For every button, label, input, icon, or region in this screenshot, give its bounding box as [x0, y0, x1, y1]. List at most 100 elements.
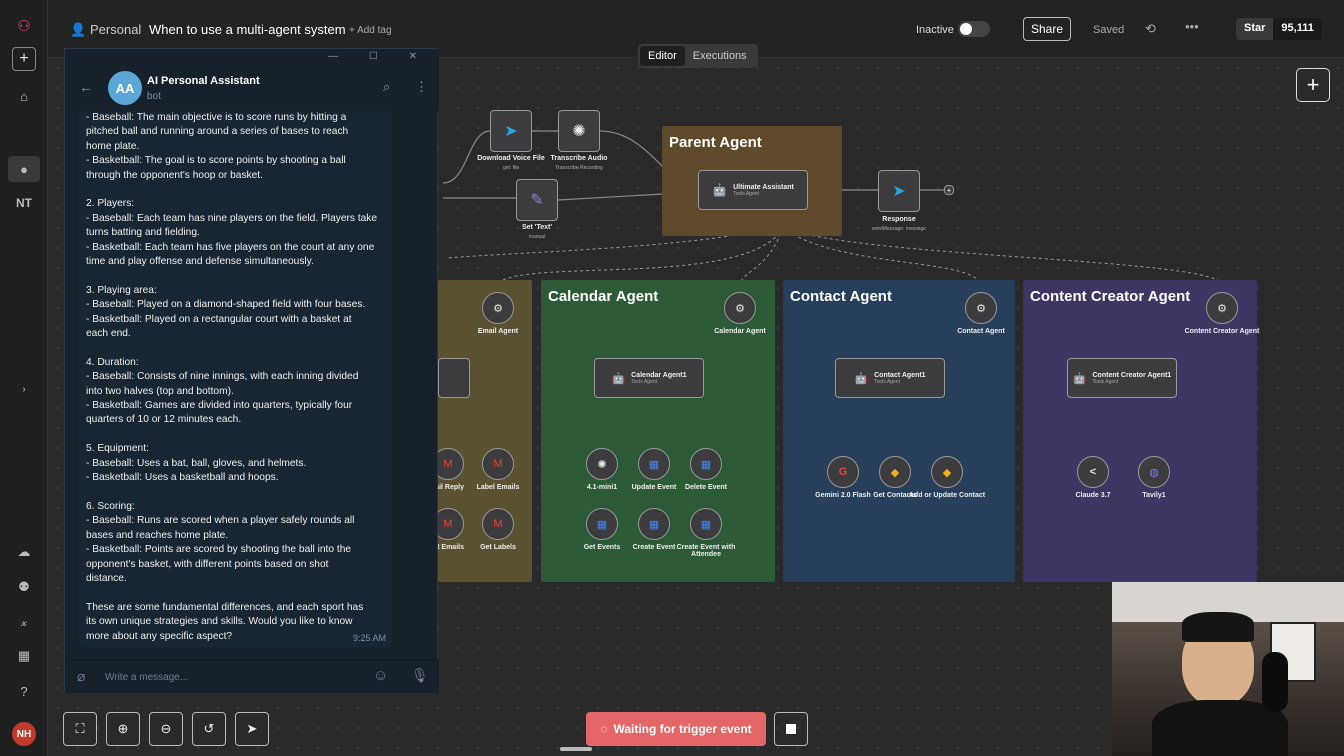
node-label: Tavily1 [1142, 492, 1166, 499]
anthropic-icon[interactable]: < [1077, 456, 1109, 488]
contact-agent-tool[interactable]: ⚙ [965, 292, 997, 324]
fit-view-button[interactable]: ⛶ [63, 712, 97, 746]
message-line: quarters of 10 or 12 minutes each. [86, 414, 242, 426]
more-icon[interactable]: ••• [1185, 19, 1199, 34]
attach-icon[interactable]: ⌀ [77, 668, 85, 685]
transcribe-audio-node[interactable]: ✺ [558, 110, 600, 152]
resize-handle[interactable] [560, 747, 592, 751]
star-count: 95,111 [1273, 18, 1322, 40]
cloud-icon[interactable]: ☁ [12, 540, 36, 564]
stop-button[interactable] [774, 712, 808, 746]
microphone-icon[interactable]: 🎙 [411, 667, 429, 684]
globe-icon[interactable]: ◍ [1138, 456, 1170, 488]
gmail-icon[interactable]: M [482, 508, 514, 540]
message-line: its own unique strategies and skills. Wo… [86, 616, 353, 628]
message-line: 5. Equipment: [86, 443, 149, 455]
set-text-node[interactable]: ✎ [516, 179, 558, 221]
robot-icon: ⚙ [493, 302, 503, 315]
chart-icon[interactable]: ▦ [12, 644, 36, 668]
message-time: 9:25 AM [352, 633, 386, 643]
node-label: Content Creator Agent [1184, 328, 1260, 335]
home-icon[interactable]: ⌂ [12, 84, 36, 108]
share-button[interactable]: Share [1023, 17, 1071, 41]
message-line: time and play offense and defense simult… [86, 256, 314, 268]
message-line: each end. [86, 328, 131, 340]
google-calendar-icon[interactable]: ▦ [638, 508, 670, 540]
content-creator-tool[interactable]: ⚙ [1206, 292, 1238, 324]
message-line [86, 428, 386, 442]
calendar-agent-tool[interactable]: ⚙ [724, 292, 756, 324]
airtable-icon[interactable]: ◆ [879, 456, 911, 488]
window-controls[interactable]: — ☐ ✕ [328, 51, 431, 62]
tab-editor[interactable]: Editor [640, 46, 685, 66]
google-icon[interactable]: G [827, 456, 859, 488]
tab-executions[interactable]: Executions [685, 46, 755, 66]
people-icon[interactable]: ⚉ [12, 575, 36, 599]
waiting-label: Waiting for trigger event [613, 722, 752, 736]
variables-icon[interactable]: 𝓍 [12, 610, 36, 634]
email-agent-tool[interactable]: ⚙ [482, 292, 514, 324]
download-voice-node[interactable]: ➤ [490, 110, 532, 152]
github-star-button[interactable]: Star 95,111 [1236, 18, 1322, 40]
calendar-agent1-node[interactable]: 🤖 Calendar Agent1 Tools Agent [594, 358, 704, 398]
response-node[interactable]: ➤ [878, 170, 920, 212]
message-line: - Baseball: Played on a diamond-shaped f… [86, 299, 366, 311]
message-input[interactable]: Write a message... [105, 672, 188, 683]
stop-icon [786, 724, 796, 734]
panel-title: Contact Agent [790, 288, 892, 305]
message-line: home plate. [86, 140, 140, 152]
workflow-title[interactable]: When to use a multi-agent system [149, 22, 346, 37]
node-label: Content Creator Agent1 [1092, 371, 1172, 379]
message-line [86, 269, 386, 283]
avatar[interactable]: NH [12, 722, 36, 746]
zoom-in-icon: ⊕ [117, 721, 129, 736]
project-nt[interactable]: NT [12, 191, 36, 215]
zoom-out-button[interactable]: ⊖ [149, 712, 183, 746]
more-vertical-icon[interactable]: ⋮ [415, 79, 428, 95]
message-line: pitched ball and running around a series… [86, 126, 349, 138]
add-node-icon[interactable]: + [1296, 68, 1330, 102]
google-calendar-icon[interactable]: ▦ [690, 448, 722, 480]
node-sublabel: Transcribe Recording [555, 165, 603, 171]
spinner-icon: ◌ [600, 722, 608, 736]
user-icon[interactable]: ● [8, 156, 40, 182]
content-creator-agent1-node[interactable]: 🤖 Content Creator Agent1 Tools Agent [1067, 358, 1177, 398]
gmail-icon[interactable]: M [482, 448, 514, 480]
reset-zoom-button[interactable]: ↺ [192, 712, 226, 746]
google-calendar-icon[interactable]: ▦ [638, 448, 670, 480]
search-icon[interactable]: ⌕ [383, 79, 390, 95]
node-label: Delete Event [684, 484, 728, 491]
message-line: - Basketball: Played on a rectangular co… [86, 313, 352, 325]
tidy-up-button[interactable]: ➤ [235, 712, 269, 746]
message-line: 4. Duration: [86, 356, 139, 368]
zoom-in-button[interactable]: ⊕ [106, 712, 140, 746]
message-line: - Baseball: The main objective is to sco… [86, 112, 347, 123]
google-calendar-icon[interactable]: ▦ [586, 508, 618, 540]
contact-agent1-node[interactable]: 🤖 Contact Agent1 Tools Agent [835, 358, 945, 398]
add-icon[interactable]: + [12, 47, 36, 71]
history-icon[interactable]: ⟲ [1145, 21, 1156, 37]
help-icon[interactable]: ? [12, 679, 36, 703]
contact-agent-panel[interactable]: Contact Agent [783, 280, 1015, 582]
project-name[interactable]: Personal [90, 22, 141, 37]
node-label: Ultimate Assistant [733, 183, 794, 191]
node-label: Calendar Agent [714, 328, 766, 335]
add-node-button[interactable]: + [944, 185, 954, 195]
google-calendar-icon[interactable]: ▦ [690, 508, 722, 540]
message-line: turns batting and fielding. [86, 227, 200, 239]
logo-icon[interactable]: ⚇ [12, 14, 36, 38]
content-creator-panel[interactable]: Content Creator Agent [1023, 280, 1257, 582]
active-toggle[interactable] [958, 21, 990, 37]
openai-icon[interactable]: ✺ [586, 448, 618, 480]
chevron-right-icon[interactable]: › [12, 377, 36, 401]
add-tag-link[interactable]: + Add tag [349, 25, 392, 36]
emoji-icon[interactable]: ☺ [373, 667, 388, 684]
email-agent-node[interactable] [438, 358, 470, 398]
panel-title: Parent Agent [669, 134, 762, 151]
waiting-trigger-button[interactable]: ◌ Waiting for trigger event [586, 712, 766, 746]
back-arrow-icon[interactable]: ← [79, 79, 93, 95]
robot-icon: ⚙ [976, 302, 986, 315]
ultimate-assistant-node[interactable]: 🤖 Ultimate Assistant Tools Agent [698, 170, 808, 210]
airtable-icon[interactable]: ◆ [931, 456, 963, 488]
chat-header: — ☐ ✕ ← AA AI Personal Assistant bot ⌕ ⋮ [65, 49, 439, 111]
